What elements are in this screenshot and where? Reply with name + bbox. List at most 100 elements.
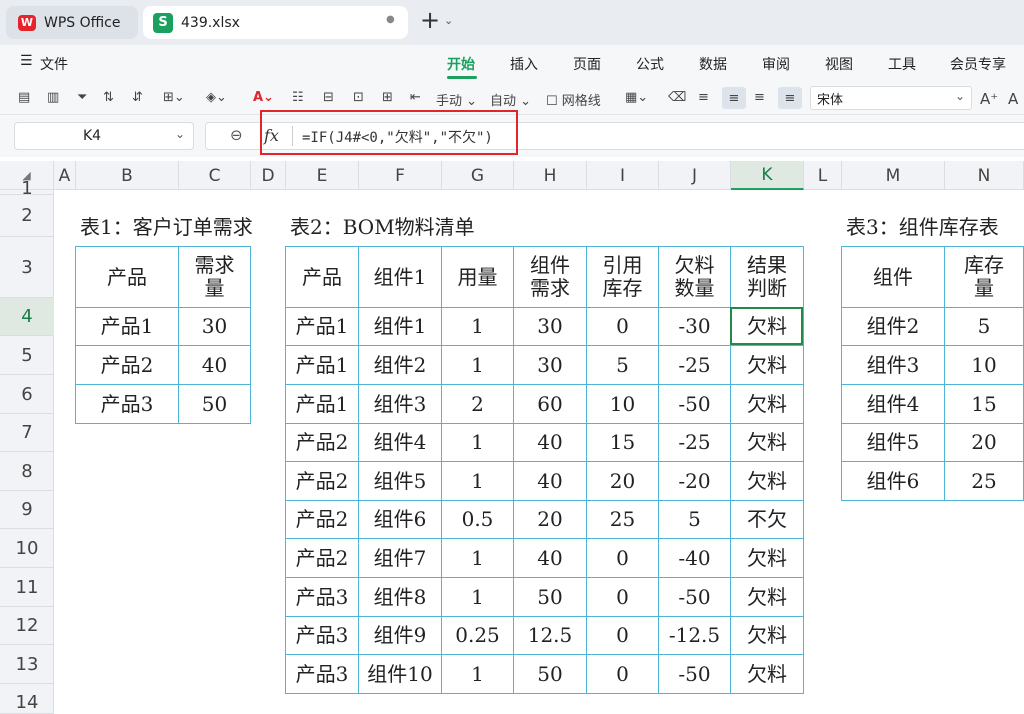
table3-cell[interactable]: 组件5 (841, 423, 945, 462)
table2-cell[interactable]: 1 (441, 345, 514, 385)
ribbon-tab-member[interactable]: 会员专享 (950, 54, 1006, 74)
insert-row-icon[interactable]: ⊡ (353, 90, 364, 105)
table2-cell[interactable]: 5 (658, 500, 731, 539)
tab-wps-office[interactable]: W WPS Office (6, 6, 138, 39)
col-header-F[interactable]: F (359, 161, 442, 190)
table1-header-cell[interactable]: 产品 (75, 246, 179, 308)
table3-cell[interactable]: 10 (944, 345, 1024, 385)
table2-cell[interactable]: 欠料 (730, 616, 804, 655)
name-box[interactable]: K4 ⌄ (14, 122, 194, 150)
sort-ascending-icon[interactable]: ⇅ (103, 90, 114, 105)
col-header-C[interactable]: C (179, 161, 251, 190)
col-header-G[interactable]: G (442, 161, 514, 190)
table2-cell[interactable]: 5 (586, 345, 659, 385)
ribbon-tab-formula[interactable]: 公式 (636, 54, 664, 74)
table2-cell[interactable]: 40 (513, 423, 587, 462)
table2-cell[interactable]: 50 (513, 577, 587, 617)
table2-cell[interactable]: 0 (586, 654, 659, 694)
col-header-J[interactable]: J (659, 161, 731, 190)
table3-header-cell[interactable]: 库存 量 (944, 246, 1024, 308)
table2-cell[interactable]: 40 (513, 538, 587, 578)
table1-cell[interactable]: 50 (178, 384, 251, 424)
table2-cell[interactable]: -50 (658, 384, 731, 424)
table3-cell[interactable]: 20 (944, 423, 1024, 462)
ribbon-tab-data[interactable]: 数据 (699, 54, 727, 74)
table1-cell[interactable]: 产品1 (75, 307, 179, 346)
table2-cell[interactable]: 组件8 (358, 577, 442, 617)
table2-cell[interactable]: 2 (441, 384, 514, 424)
table2-cell[interactable]: 组件3 (358, 384, 442, 424)
align-center-icon[interactable]: ≡ (722, 87, 746, 109)
table2-cell[interactable]: 1 (441, 461, 514, 501)
table2-cell[interactable]: -12.5 (658, 616, 731, 655)
increase-font-icon[interactable]: A⁺ (980, 90, 998, 108)
table1-cell[interactable]: 产品2 (75, 345, 179, 385)
zoom-icon[interactable]: ⊖ (230, 126, 243, 144)
table2-cell[interactable]: 0.25 (441, 616, 514, 655)
table3-cell[interactable]: 组件2 (841, 307, 945, 346)
table2-cell[interactable]: 欠料 (730, 577, 804, 617)
table2-cell[interactable]: 1 (441, 423, 514, 462)
tab-file-439[interactable]: S 439.xlsx ● (143, 6, 408, 39)
table2-header-cell[interactable]: 欠料 数量 (658, 246, 731, 308)
align-left-icon[interactable]: ≡ (698, 90, 709, 105)
table2-cell[interactable]: 欠料 (730, 345, 804, 385)
table2-cell[interactable]: 1 (441, 654, 514, 694)
col-header-H[interactable]: H (514, 161, 587, 190)
table2-cell[interactable]: 产品1 (285, 345, 359, 385)
table2-header-cell[interactable]: 产品 (285, 246, 359, 308)
decrease-font-icon[interactable]: A (1008, 90, 1018, 108)
table2-cell[interactable]: -50 (658, 654, 731, 694)
table2-cell[interactable]: 产品3 (285, 616, 359, 655)
table2-cell[interactable]: -50 (658, 577, 731, 617)
table2-cell[interactable]: 产品2 (285, 538, 359, 578)
table2-cell[interactable]: -20 (658, 461, 731, 501)
row-header-13[interactable]: 13 (0, 645, 54, 684)
table2-cell[interactable]: 20 (586, 461, 659, 501)
table3-cell[interactable]: 组件4 (841, 384, 945, 424)
table2-cell[interactable]: 欠料 (730, 538, 804, 578)
table2-cell[interactable]: 30 (513, 345, 587, 385)
row-header-12[interactable]: 12 (0, 607, 54, 645)
clear-format-icon[interactable]: ⌫ (668, 90, 686, 105)
paste-values-icon[interactable]: ▤ (18, 90, 30, 105)
table2-cell[interactable]: 组件4 (358, 423, 442, 462)
table2-cell[interactable]: 15 (586, 423, 659, 462)
row-header-1[interactable]: 1 (0, 178, 54, 199)
table2-cell[interactable]: 12.5 (513, 616, 587, 655)
table2-cell[interactable]: 组件5 (358, 461, 442, 501)
table2-cell[interactable]: 产品2 (285, 500, 359, 539)
col-header-A[interactable]: A (54, 161, 76, 190)
table2-cell[interactable]: 0 (586, 577, 659, 617)
col-header-I[interactable]: I (587, 161, 659, 190)
table2-cell[interactable]: -25 (658, 423, 731, 462)
row-header-7[interactable]: 7 (0, 414, 54, 452)
col-header-L[interactable]: L (804, 161, 842, 190)
table2-cell[interactable]: 60 (513, 384, 587, 424)
wrap-text-icon[interactable]: ☷ (292, 90, 304, 105)
table2-cell[interactable]: 1 (441, 577, 514, 617)
file-menu[interactable]: 文件 (40, 54, 68, 74)
hamburger-icon[interactable]: ☰ (20, 53, 33, 69)
manual-dropdown[interactable]: 手动 ⌄ (436, 90, 477, 109)
table2-cell[interactable]: 产品3 (285, 654, 359, 694)
ribbon-tab-home[interactable]: 开始 (447, 54, 475, 74)
table3-cell[interactable]: 15 (944, 384, 1024, 424)
col-header-N[interactable]: N (945, 161, 1024, 190)
font-name-select[interactable]: 宋体 ⌄ (810, 86, 972, 110)
font-color-icon[interactable]: A⌄ (253, 90, 274, 105)
table2-cell[interactable]: 10 (586, 384, 659, 424)
table2-cell[interactable]: -25 (658, 345, 731, 385)
table2-cell[interactable]: 25 (586, 500, 659, 539)
table2-cell[interactable]: 1 (441, 538, 514, 578)
row-header-10[interactable]: 10 (0, 529, 54, 568)
table2-header-cell[interactable]: 组件1 (358, 246, 442, 308)
table2-cell[interactable]: 欠料 (730, 461, 804, 501)
row-header-2[interactable]: 2 (0, 195, 54, 237)
table2-cell[interactable]: 40 (513, 461, 587, 501)
table2-header-cell[interactable]: 组件 需求 (513, 246, 587, 308)
table2-cell[interactable]: 产品3 (285, 577, 359, 617)
table2-cell[interactable]: 欠料 (730, 423, 804, 462)
table3-cell[interactable]: 组件6 (841, 461, 945, 501)
table2-cell[interactable]: 产品2 (285, 423, 359, 462)
